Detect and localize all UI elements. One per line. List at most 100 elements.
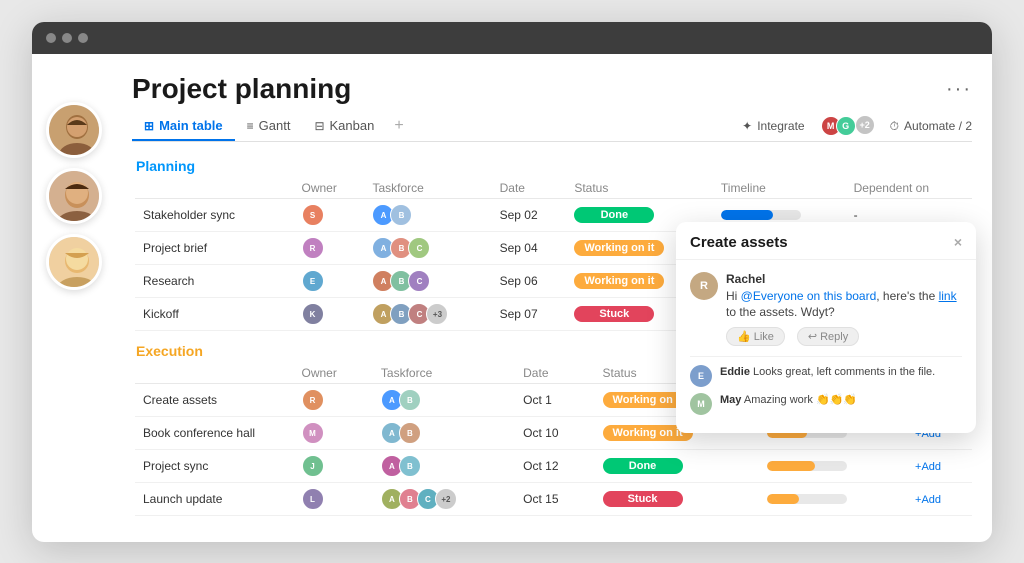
owner-avatar: S [302,204,324,226]
avatar-1[interactable] [46,102,102,158]
row-status: Stuck [595,483,759,516]
automate-icon: ⏱ [890,119,899,134]
row-taskforce: A B C [364,232,491,265]
col-taskforce: Taskforce [364,178,491,199]
col-status: Status [566,178,713,199]
taskforce-avatar: B [399,455,421,477]
tab-kanban[interactable]: ⊟ Kanban [302,112,386,141]
header-avatar-2: G [836,116,856,136]
like-icon: 👍 [737,330,751,343]
status-badge: Done [574,207,654,223]
row-taskforce: A B [373,450,515,483]
row-date: Sep 02 [492,199,567,232]
row-name: Stakeholder sync [134,199,294,232]
row-taskforce: A B [373,384,515,417]
popup-title: Create assets [690,234,788,251]
title-bar [32,22,992,54]
comment-link[interactable]: link [939,289,957,303]
popup-header: Create assets × [676,222,976,260]
reply-text-may: May Amazing work 👏👏👏 [720,393,857,415]
gantt-icon: ≡ [247,119,254,133]
integrate-icon: ✦ [742,119,752,133]
taskforce-avatar: C [408,270,430,292]
timeline-bar-wrap [721,210,801,220]
popup-close-button[interactable]: × [954,234,962,250]
mention-tag: @Everyone on this board [741,289,877,303]
col-date: Date [515,363,594,384]
comment-content: Rachel Hi @Everyone on this board, here'… [726,272,962,347]
integrate-button[interactable]: ✦ Integrate [742,119,804,133]
add-tab-button[interactable]: + [386,111,411,141]
taskforce-avatar: B [399,422,421,444]
col-date: Date [492,178,567,199]
timeline-bar [767,494,799,504]
more-options-button[interactable]: ··· [946,78,972,101]
reply-button[interactable]: ↩ Reply [797,327,859,346]
row-name: Project sync [134,450,294,483]
reply-icon: ↩ [808,330,817,343]
status-badge: Done [603,458,683,474]
col-name [134,363,294,384]
reply-label: Reply [820,331,848,343]
kanban-icon: ⊟ [314,119,324,133]
page-title: Project planning [132,72,351,106]
automate-button[interactable]: ⏱ Automate / 2 [890,119,972,134]
timeline-bar-wrap [767,494,847,504]
taskforce-avatar-more: +2 [435,488,457,510]
like-button[interactable]: 👍 Like [726,327,785,346]
owner-avatar: K [302,303,324,325]
row-date: Oct 1 [515,384,594,417]
row-name: Launch update [134,483,294,516]
tabs-right-actions: ✦ Integrate M G +2 ⏱ Automate / 2 [742,116,972,136]
status-badge: Stuck [574,306,654,322]
add-link[interactable]: +Add [915,494,941,506]
row-timeline [759,450,907,483]
row-name: Create assets [134,384,294,417]
add-link[interactable]: +Add [915,461,941,473]
status-badge: Stuck [603,491,683,507]
row-owner: R [294,384,373,417]
page-header: Project planning ··· [132,72,972,106]
taskforce-avatar-more: +3 [426,303,448,325]
tab-gantt[interactable]: ≡ Gantt [235,112,303,141]
col-name [134,178,294,199]
comment-author-avatar: R [690,272,718,300]
popup-body: R Rachel Hi @Everyone on this board, her… [676,260,976,434]
avatar-3[interactable] [46,234,102,290]
tab-gantt-label: Gantt [259,118,291,133]
owner-avatar: R [302,389,324,411]
row-name: Research [134,265,294,298]
table-row[interactable]: Launch update L A B C +2 [134,483,973,516]
row-owner: K [294,298,365,331]
table-row[interactable]: Project sync J A B Oct 12 [134,450,973,483]
row-date: Oct 12 [515,450,594,483]
col-owner: Owner [294,178,365,199]
avatar-2[interactable] [46,168,102,224]
taskforce-avatar: B [390,204,412,226]
owner-avatar: E [302,270,324,292]
row-date: Oct 10 [515,417,594,450]
row-timeline [759,483,907,516]
taskforce-avatar: C [408,237,430,259]
col-taskforce: Taskforce [373,363,515,384]
reply-avatar-eddie: E [690,365,712,387]
row-date: Oct 15 [515,483,594,516]
tabs-row: ⊞ Main table ≡ Gantt ⊟ Kanban + ✦ Integr… [132,111,972,142]
row-add: +Add [907,483,972,516]
row-date: Sep 06 [492,265,567,298]
reply-author-eddie: Eddie [720,366,750,378]
tab-main-table[interactable]: ⊞ Main table [132,112,235,141]
timeline-bar-wrap [767,461,847,471]
section-planning-header: Planning [132,152,972,178]
row-add: +Add [907,450,972,483]
status-badge: Working on it [574,273,664,289]
owner-avatar: M [302,422,324,444]
title-bar-dot-3 [78,33,88,43]
reply-block-may: M May Amazing work 👏👏👏 [690,393,962,415]
like-label: Like [754,331,774,343]
row-owner: J [294,450,373,483]
header-avatar-count: +2 [856,116,874,134]
row-taskforce: A B C +2 [373,483,515,516]
row-name: Book conference hall [134,417,294,450]
title-bar-dot-1 [46,33,56,43]
